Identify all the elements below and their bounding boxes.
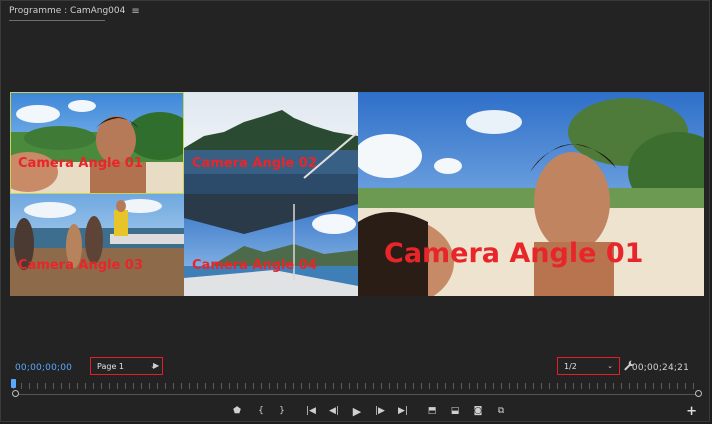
go-to-out-button[interactable]: ▶| — [395, 403, 411, 419]
playhead[interactable] — [11, 379, 16, 388]
extract-button[interactable]: ⬓ — [447, 403, 463, 419]
go-to-in-button[interactable]: |◀ — [303, 403, 319, 419]
chevron-down-icon: ⌄ — [607, 362, 613, 370]
export-frame-button[interactable]: ◙ — [470, 403, 486, 419]
mark-out-button[interactable]: } — [274, 403, 290, 419]
mark-in-button[interactable]: { — [253, 403, 269, 419]
camera-angle-3-label: Camera Angle 03 — [18, 258, 143, 273]
playback-resolution-value: 1/2 — [564, 361, 577, 371]
button-editor-add-button[interactable]: + — [686, 404, 697, 419]
program-output-view[interactable]: Camera Angle 01 — [358, 92, 704, 296]
camera-2-image — [184, 92, 358, 194]
camera-angle-1-tile[interactable]: Camera Angle 01 — [10, 92, 184, 194]
step-back-button[interactable]: ◀| — [326, 403, 342, 419]
camera-3-image — [10, 194, 184, 296]
add-marker-button[interactable]: ⬟ — [229, 403, 245, 419]
duration-timecode: 00;00;24;21 — [631, 363, 689, 373]
panel-title[interactable]: Programme : CamAng004 — [9, 6, 125, 16]
lift-button[interactable]: ⬒ — [424, 403, 440, 419]
zoom-handle-left[interactable] — [12, 390, 19, 397]
program-monitor-panel: Programme : CamAng004 ≡ Camera Angle 01 … — [0, 0, 710, 422]
panel-titlebar: Programme : CamAng004 ≡ — [1, 1, 709, 21]
camera-4-image — [184, 194, 358, 296]
zoom-bar[interactable] — [15, 394, 699, 395]
camera-1-image — [10, 92, 184, 194]
camera-angle-2-label: Camera Angle 02 — [192, 156, 317, 171]
panel-menu-icon[interactable]: ≡ — [131, 6, 139, 17]
comparison-view-button[interactable]: ⧉ — [493, 403, 509, 419]
next-page-icon[interactable]: ▶ — [153, 361, 159, 370]
zoom-handle-right[interactable] — [695, 390, 702, 397]
camera-angle-1-label: Camera Angle 01 — [18, 156, 143, 171]
step-forward-button[interactable]: |▶ — [372, 403, 388, 419]
playback-resolution-select[interactable]: 1/2 ⌄ — [557, 357, 620, 375]
play-button[interactable]: ▶ — [349, 403, 365, 419]
page-select-value: Page 1 — [97, 361, 124, 371]
program-output-label: Camera Angle 01 — [384, 238, 644, 269]
camera-angle-4-label: Camera Angle 04 — [192, 258, 317, 273]
camera-angle-3-tile[interactable]: Camera Angle 03 — [10, 194, 184, 296]
timeline-scrubber[interactable] — [11, 379, 702, 397]
camera-angle-2-tile[interactable]: Camera Angle 02 — [184, 92, 358, 194]
time-ruler[interactable] — [13, 383, 701, 389]
current-timecode[interactable]: 00;00;00;00 — [15, 363, 72, 373]
multicam-viewer: Camera Angle 01 Camera Angle 02 Camera A… — [10, 92, 704, 296]
active-tab-underline — [9, 20, 105, 21]
transport-controls: ⬟ { } |◀ ◀| ▶ |▶ ▶| ⬒ ⬓ ◙ ⧉ — [1, 403, 711, 419]
camera-angle-4-tile[interactable]: Camera Angle 04 — [184, 194, 358, 296]
